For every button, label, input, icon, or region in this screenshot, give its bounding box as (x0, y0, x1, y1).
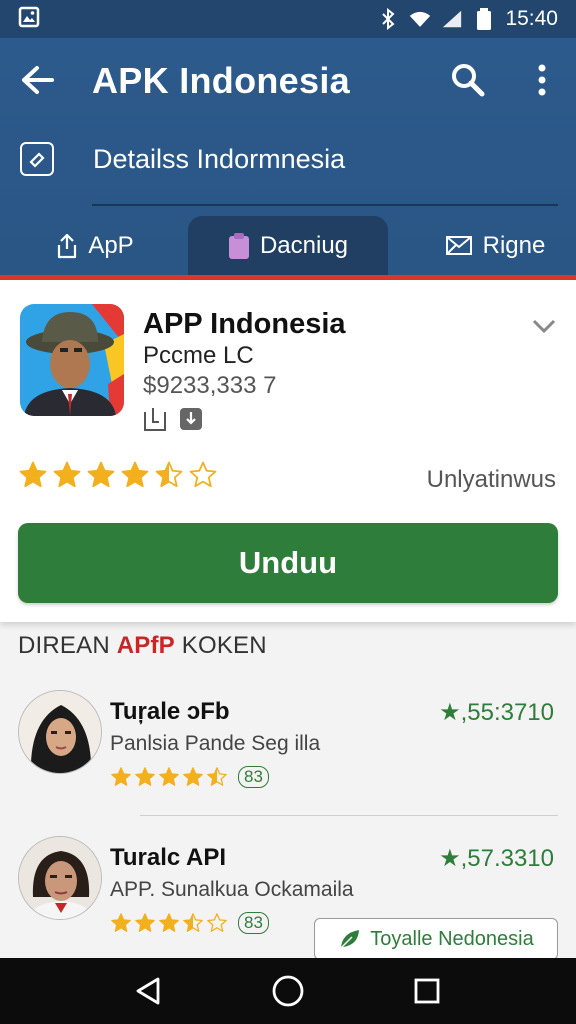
section-title: DIREAN APfP KOKEN (18, 632, 267, 660)
review-score: ★,57.3310 (439, 845, 554, 872)
signal-icon (441, 8, 463, 30)
app-card: APP Indonesia Pccme LC $9233,333 7 Unlya… (0, 280, 576, 622)
page-title: APK Indonesia (92, 60, 350, 101)
chip-label: Toyalle Nedonesia (370, 927, 534, 950)
star-icon (182, 766, 204, 788)
star-icon (188, 460, 218, 490)
mail-icon (445, 236, 472, 255)
nav-recents-button[interactable] (403, 967, 451, 1015)
tab-bar: ApP Dacniug Rigne (0, 216, 576, 276)
section-title-suffix: KOKEN (174, 632, 267, 659)
star-icon (206, 766, 228, 788)
tab-app-label: ApP (88, 232, 134, 259)
review-author: Tuŗale ɔFb (110, 698, 230, 725)
nav-home-button[interactable] (264, 967, 312, 1015)
review-item[interactable]: Tuŗale ɔFb Panlsia Pande Seg illa 83 ★,5… (0, 680, 576, 810)
review-divider (140, 815, 558, 816)
app-rating-stars (18, 460, 218, 490)
share-icon (58, 233, 77, 259)
wifi-icon (409, 8, 431, 30)
search-button[interactable] (446, 58, 490, 102)
subheader-row: Detailss Indormnesia (0, 134, 576, 190)
rating-label: Unlyatinwus (426, 466, 556, 493)
star-icon (206, 912, 228, 934)
app-price: $9233,333 7 (143, 372, 277, 399)
bluetooth-icon (377, 8, 399, 30)
back-arrow-icon (22, 66, 54, 94)
expand-button[interactable] (528, 310, 560, 342)
review-score: ★,55:3710 (439, 699, 554, 726)
triangle-back-icon (136, 977, 160, 1005)
review-text: Panlsia Pande Seg illa (110, 732, 321, 755)
section-title-accent: APfP (116, 632, 175, 659)
chevron-down-icon (532, 319, 556, 334)
star-icon (110, 912, 132, 934)
star-icon (158, 912, 180, 934)
gallery-notification-icon (18, 6, 40, 28)
tab-details-label: Dacniug (259, 232, 349, 259)
indonesia-chip[interactable]: Toyalle Nedonesia (314, 918, 558, 960)
install-icon (143, 406, 167, 432)
tag-icon[interactable] (20, 142, 54, 176)
star-icon (134, 912, 156, 934)
subheader-title: Detailss Indormnesia (93, 144, 346, 174)
download-badge-icon (179, 406, 203, 432)
square-recents-icon (414, 978, 440, 1004)
star-icon (86, 460, 116, 490)
app-icon[interactable] (20, 304, 124, 416)
circle-home-icon (272, 975, 304, 1007)
avatar (18, 690, 102, 774)
app-badges (143, 406, 203, 432)
review-count-badge: 83 (238, 766, 269, 788)
app-header: APK Indonesia Detailss Indormnesia ApP D… (0, 38, 576, 276)
clipboard-icon (228, 233, 249, 259)
more-vertical-icon (538, 64, 546, 96)
star-icon (120, 460, 150, 490)
review-stars: 83 (110, 766, 269, 788)
status-bar: 15:40 (0, 0, 576, 38)
download-button[interactable]: Unduu (18, 523, 558, 603)
review-author: Turalc API (110, 844, 227, 871)
tab-range[interactable]: Rigne (430, 216, 560, 276)
app-developer[interactable]: Pccme LC (143, 342, 254, 370)
status-time: 15:40 (505, 7, 558, 30)
tab-range-label: Rigne (482, 232, 546, 259)
search-icon (452, 64, 485, 97)
nav-back-button[interactable] (125, 967, 173, 1015)
section-title-prefix: DIREAN (18, 632, 117, 659)
star-icon (110, 766, 132, 788)
leaf-icon (340, 930, 360, 949)
app-name: APP Indonesia (143, 308, 346, 340)
system-nav-bar (0, 958, 576, 1024)
review-count-badge: 83 (238, 912, 269, 934)
battery-icon (473, 8, 495, 30)
tab-details[interactable]: Dacniug (188, 216, 388, 276)
star-icon (158, 766, 180, 788)
review-stars: 83 (110, 912, 269, 934)
star-icon (182, 912, 204, 934)
more-options-button[interactable] (520, 58, 564, 102)
star-icon (52, 460, 82, 490)
star-icon (154, 460, 184, 490)
subheader-divider (92, 204, 558, 206)
avatar (18, 836, 102, 920)
star-icon (134, 766, 156, 788)
review-text: APP. Sunalkua Ockamaila (110, 878, 354, 901)
star-icon (18, 460, 48, 490)
tab-app[interactable]: ApP (30, 216, 160, 276)
back-button[interactable] (16, 58, 60, 102)
